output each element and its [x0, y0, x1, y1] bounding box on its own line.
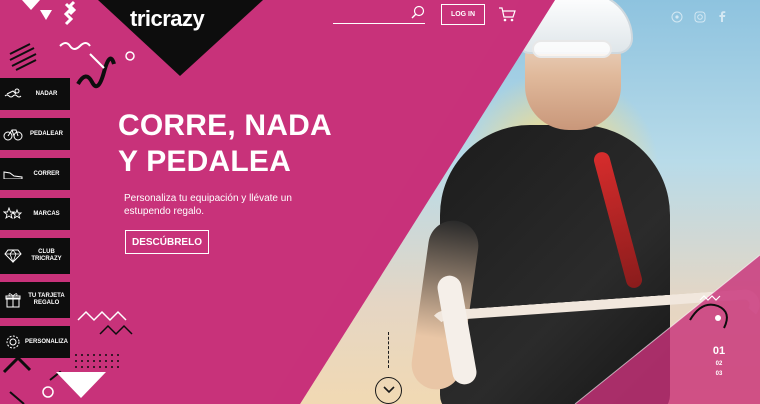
- gift-icon: [1, 292, 25, 308]
- instagram-icon[interactable]: [693, 10, 707, 24]
- sidebar-item-label: CORRER: [33, 170, 60, 177]
- search-icon[interactable]: [411, 5, 425, 24]
- bike-icon: [1, 127, 25, 141]
- cart-icon[interactable]: [498, 6, 516, 27]
- discover-button[interactable]: DESCÚBRELO: [125, 230, 209, 254]
- brand-logo[interactable]: tricrazy: [130, 6, 240, 32]
- sidebar-item-label: TU TARJETA REGALO: [28, 293, 65, 306]
- pinterest-icon[interactable]: [670, 10, 684, 24]
- hero-photo: [300, 0, 760, 404]
- pager-item[interactable]: 03: [704, 371, 734, 377]
- sidebar-item-nadar[interactable]: NADAR: [0, 78, 70, 110]
- search-bar: [333, 4, 425, 24]
- sidebar-item-gift-card[interactable]: TU TARJETA REGALO: [0, 282, 70, 318]
- sidebar-item-label: NADAR: [35, 90, 58, 97]
- stars-icon: [1, 207, 25, 221]
- slide-pager: 01 02 03: [704, 345, 734, 377]
- sidebar-item-label: PEDALEAR: [29, 130, 63, 137]
- facebook-icon[interactable]: [715, 10, 729, 24]
- hero-subtext: Personaliza tu equipación y llévate un e…: [124, 193, 292, 217]
- shoe-icon: [1, 169, 25, 179]
- hero-headline-line1: CORRE, NADA: [118, 109, 332, 142]
- sidebar-item-personaliza[interactable]: PERSONALIZA: [0, 326, 70, 358]
- scroll-down-button[interactable]: [375, 377, 402, 404]
- sidebar-item-pedalear[interactable]: PEDALEAR: [0, 118, 70, 150]
- diamond-icon: [1, 249, 25, 263]
- sidebar-item-marcas[interactable]: MARCAS: [0, 198, 70, 230]
- sidebar-item-label: CLUB TRICRAZY: [31, 249, 62, 262]
- pager-item[interactable]: 02: [704, 361, 734, 367]
- cyclist-glasses: [532, 40, 612, 58]
- sidebar-item-club[interactable]: CLUB TRICRAZY: [0, 238, 70, 274]
- login-button[interactable]: LOG IN: [441, 4, 485, 25]
- hero-headline: CORRE, NADA Y PEDALEA: [118, 108, 358, 180]
- sidebar-item-correr[interactable]: CORRER: [0, 158, 70, 190]
- sidebar-item-label: PERSONALIZA: [24, 338, 68, 345]
- sidebar-item-label: MARCAS: [33, 210, 60, 217]
- chevron-down-icon: [382, 382, 396, 400]
- swim-icon: [1, 88, 25, 100]
- hero-headline-line2: Y PEDALEA: [118, 145, 291, 178]
- sidebar-nav: NADAR PEDALEAR CORRER MARCAS CLUB TRICRA…: [0, 78, 70, 366]
- gear-icon: [1, 334, 25, 350]
- scroll-guide-line: [388, 332, 389, 368]
- search-input[interactable]: [333, 6, 405, 22]
- pager-item-active[interactable]: 01: [704, 345, 734, 357]
